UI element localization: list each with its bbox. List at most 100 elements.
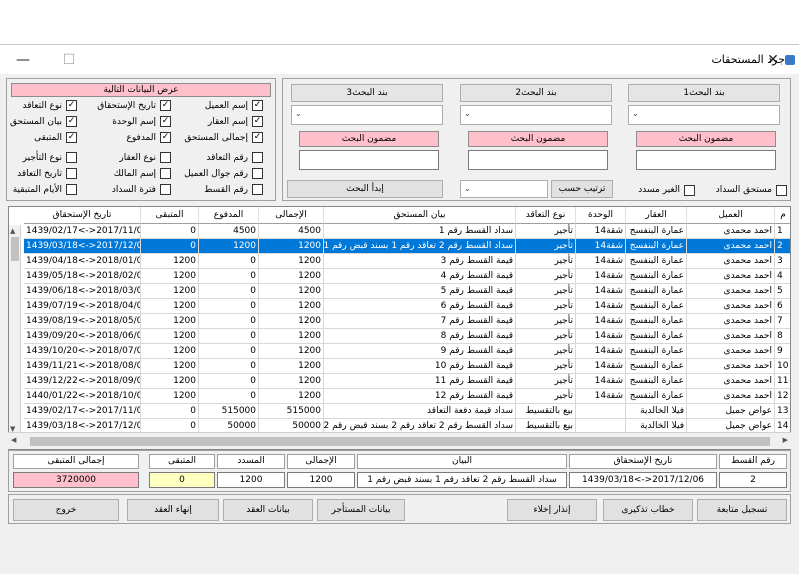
display-option-checkbox[interactable] [252, 184, 263, 195]
table-cell[interactable]: فيلا الخالدية [626, 404, 687, 419]
table-cell[interactable]: 0 [199, 314, 259, 329]
sort-by-button[interactable]: ترتيب حسب [551, 180, 613, 198]
unpaid-checkbox-group[interactable]: الغير مسدد [638, 183, 695, 197]
table-cell[interactable]: 0 [199, 254, 259, 269]
contract-data-button[interactable]: بيانات العقد [223, 499, 313, 521]
table-cell[interactable]: قيمة القسط رقم 6 [324, 299, 516, 314]
display-option[interactable]: تاريخ التعاقد [17, 168, 77, 179]
table-cell[interactable]: تأجير [516, 374, 576, 389]
table-cell[interactable]: 1200 [141, 284, 199, 299]
table-row[interactable]: 7 احمد محمدى عمارة البنفسج شقة14 تأجير قيمة ا… [9, 314, 790, 329]
table-cell[interactable]: 4500 [259, 224, 324, 239]
table-cell[interactable]: 1200 [259, 314, 324, 329]
table-row[interactable]: 8 احمد محمدى عمارة البنفسج شقة14 تأجير قيمة ا… [9, 329, 790, 344]
paid-field[interactable]: 1200 [217, 472, 285, 488]
register-followup-button[interactable]: تسجيل متابعة [697, 499, 787, 521]
table-cell[interactable]: تأجير [516, 359, 576, 374]
sort-by-combo[interactable]: ⌄ [460, 180, 548, 198]
column-header[interactable]: بيان المستحق [324, 207, 516, 224]
table-cell[interactable]: 0 [199, 269, 259, 284]
search-field-2-combo[interactable]: ⌄ [460, 105, 612, 125]
due-checkbox-group[interactable]: مستحق السداد [716, 183, 787, 197]
table-cell[interactable]: احمد محمدى [687, 344, 775, 359]
display-option-checkbox[interactable] [252, 152, 263, 163]
statement-field[interactable]: سداد القسط رقم 2 تعاقد رقم 1 بسند قبض رق… [357, 472, 567, 488]
display-option-checkbox[interactable]: ✓ [160, 116, 171, 127]
table-cell[interactable]: 2 [775, 239, 790, 254]
table-cell[interactable]: 13 [775, 404, 790, 419]
table-cell[interactable]: قيمة القسط رقم 7 [324, 314, 516, 329]
display-option[interactable]: رقم التعاقد [206, 152, 263, 163]
table-cell[interactable]: عمارة البنفسج [626, 389, 687, 404]
table-cell[interactable]: تأجير [516, 269, 576, 284]
table-cell[interactable]: 1200 [259, 374, 324, 389]
display-option[interactable]: بيان المستحق ✓ [10, 116, 77, 127]
display-option-checkbox[interactable] [160, 168, 171, 179]
table-cell[interactable]: 1200 [141, 389, 199, 404]
table-row[interactable]: 3 احمد محمدى عمارة البنفسج شقة14 تأجير قيمة ا… [9, 254, 790, 269]
table-row[interactable]: 12 احمد محمدى عمارة البنفسج شقة14 تأجير قيمة … [9, 389, 790, 404]
table-cell[interactable]: عمارة البنفسج [626, 344, 687, 359]
scroll-up-icon[interactable]: ▲ [10, 227, 15, 235]
table-cell[interactable]: 1200 [141, 374, 199, 389]
column-header[interactable]: نوع التعاقد [516, 207, 576, 224]
table-cell[interactable]: 1439/03/18<->2017/12/06 [24, 239, 141, 254]
column-header[interactable]: الإجمالى [259, 207, 324, 224]
table-cell[interactable]: احمد محمدى [687, 284, 775, 299]
table-cell[interactable]: قيمة القسط رقم 9 [324, 344, 516, 359]
table-cell[interactable]: 1200 [199, 239, 259, 254]
total-field[interactable]: 1200 [287, 472, 355, 488]
table-cell[interactable]: 0 [141, 224, 199, 239]
table-cell[interactable]: 1 [775, 224, 790, 239]
table-cell[interactable]: 10 [775, 359, 790, 374]
table-cell[interactable]: تأجير [516, 239, 576, 254]
table-cell[interactable]: 7 [775, 314, 790, 329]
display-option[interactable]: نوع التعاقد ✓ [23, 100, 77, 111]
table-cell[interactable]: قيمة القسط رقم 8 [324, 329, 516, 344]
table-cell[interactable]: 0 [199, 374, 259, 389]
table-cell[interactable]: احمد محمدى [687, 239, 775, 254]
display-option-checkbox[interactable] [66, 152, 77, 163]
display-option-checkbox[interactable]: ✓ [252, 116, 263, 127]
display-option[interactable]: تاريخ الإستحقاق ✓ [97, 100, 171, 111]
table-row[interactable]: 13 عواض جميل فيلا الخالدية بيع بالتقسيط سداد… [9, 404, 790, 419]
display-option[interactable]: المتبقى ✓ [34, 132, 77, 143]
display-option[interactable]: فترة السداد [112, 184, 171, 195]
table-cell[interactable]: قيمة القسط رقم 5 [324, 284, 516, 299]
minimize-button[interactable]: — [0, 45, 46, 75]
table-cell[interactable]: تأجير [516, 224, 576, 239]
table-cell[interactable]: 1439/02/17<->2017/11/06 [24, 404, 141, 419]
table-cell[interactable]: قيمة القسط رقم 12 [324, 389, 516, 404]
table-cell[interactable]: شقة14 [576, 374, 626, 389]
due-date-field[interactable]: 1439/03/18<->2017/12/06 [569, 472, 717, 488]
table-cell[interactable]: 4500 [199, 224, 259, 239]
table-row[interactable]: 5 احمد محمدى عمارة البنفسج شقة14 تأجير قيمة ا… [9, 284, 790, 299]
table-cell[interactable]: 1439/02/17<->2017/11/06 [24, 224, 141, 239]
scroll-left-icon[interactable]: ◀ [11, 436, 16, 444]
table-cell[interactable]: احمد محمدى [687, 374, 775, 389]
remaining-field[interactable]: 0 [149, 472, 215, 488]
table-row[interactable]: 6 احمد محمدى عمارة البنفسج شقة14 تأجير قيمة ا… [9, 299, 790, 314]
display-option-checkbox[interactable]: ✓ [160, 100, 171, 111]
column-header[interactable]: م [775, 207, 790, 224]
start-search-button[interactable]: إبدأ البحث [287, 180, 443, 198]
table-cell[interactable]: قيمة القسط رقم 3 [324, 254, 516, 269]
table-cell[interactable]: 1200 [259, 269, 324, 284]
eviction-notice-button[interactable]: إنذار إخلاء [507, 499, 597, 521]
display-option[interactable]: إسم العميل ✓ [205, 100, 263, 111]
table-cell[interactable]: سداد القسط رقم 1 [324, 224, 516, 239]
table-cell[interactable]: تأجير [516, 344, 576, 359]
table-cell[interactable]: 0 [141, 239, 199, 254]
table-cell[interactable]: احمد محمدى [687, 299, 775, 314]
display-option[interactable]: نوع التأجير [23, 152, 77, 163]
table-cell[interactable]: 0 [199, 359, 259, 374]
table-cell[interactable]: احمد محمدى [687, 329, 775, 344]
table-cell[interactable]: شقة14 [576, 389, 626, 404]
table-cell[interactable]: 1200 [141, 254, 199, 269]
table-cell[interactable]: قيمة القسط رقم 11 [324, 374, 516, 389]
search-field-1-combo[interactable]: ⌄ [628, 105, 780, 125]
table-row[interactable]: 11 احمد محمدى عمارة البنفسج شقة14 تأجير قيمة … [9, 374, 790, 389]
installment-number-field[interactable]: 2 [719, 472, 787, 488]
table-cell[interactable]: 0 [199, 344, 259, 359]
table-cell[interactable]: 1439/07/19<->2018/04/05 [24, 299, 141, 314]
